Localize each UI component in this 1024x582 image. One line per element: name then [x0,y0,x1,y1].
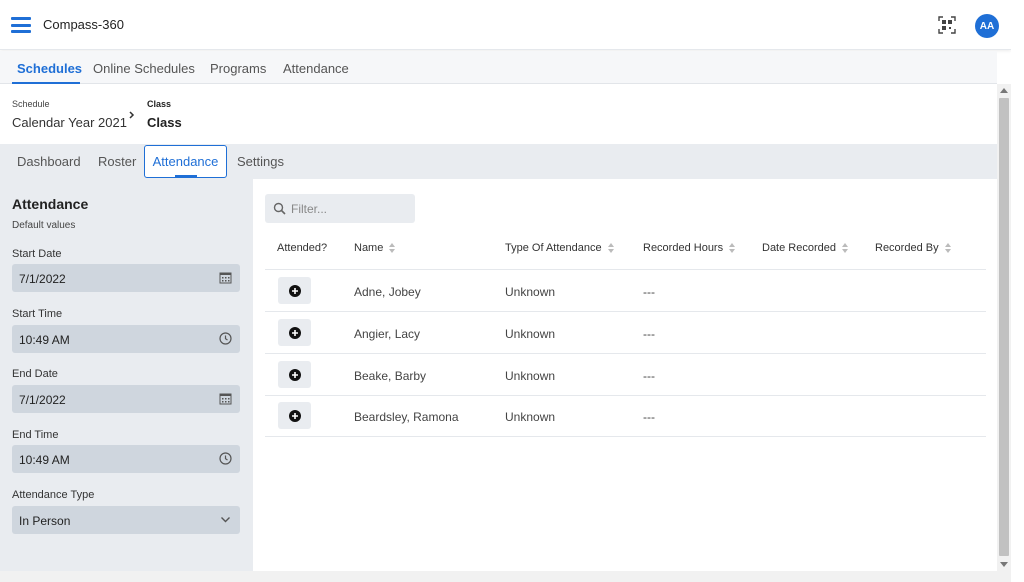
nav-tab-programs[interactable]: Programs [210,61,266,76]
sort-icon[interactable] [389,243,396,253]
mark-attended-button[interactable] [278,277,311,304]
col-header-hours[interactable]: Recorded Hours [643,242,736,254]
col-header-type[interactable]: Type Of Attendance [505,242,614,254]
breadcrumb-schedule-link[interactable]: Calendar Year 2021 [12,115,127,130]
qr-code-icon[interactable] [938,16,956,34]
plus-circle-icon [288,284,301,297]
sort-icon[interactable] [607,243,614,253]
nav-tab-schedules[interactable]: Schedules [17,61,82,76]
row-hours: --- [643,410,655,424]
start-time-value: 10:49 AM [19,333,70,347]
breadcrumb-schedule-label: Schedule [12,99,50,109]
scroll-up-arrow[interactable] [1000,88,1008,93]
col-header-date[interactable]: Date Recorded [762,242,848,254]
scrollbar-thumb[interactable] [999,98,1009,556]
panel-title: Attendance [12,196,89,212]
row-name: Beardsley, Ramona [354,410,459,424]
tab-attendance[interactable]: Attendance [144,145,227,178]
end-time-field[interactable]: 10:49 AM [12,445,240,473]
breadcrumb: Schedule Calendar Year 2021 Class Class [0,84,997,144]
nav-tab-online-schedules[interactable]: Online Schedules [93,61,195,76]
menu-icon[interactable] [11,17,31,33]
row-type: Unknown [505,327,556,341]
row-type: Unknown [505,410,556,424]
app-title: Compass-360 [43,17,124,32]
mark-attended-button[interactable] [278,402,311,429]
end-date-field[interactable]: 7/1/2022 [12,385,240,413]
clock-icon[interactable] [219,332,232,345]
end-time-value: 10:49 AM [19,453,70,467]
attendance-type-select[interactable]: In Person [12,506,240,534]
chevron-right-icon [129,111,135,119]
row-type: Unknown [505,369,556,383]
tab-settings[interactable]: Settings [237,154,284,169]
nav-tab-attendance[interactable]: Attendance [283,61,349,76]
top-bar: Compass-360 AA [0,0,1011,50]
table-row: Adne, Jobey Unknown --- [265,270,986,312]
start-date-label: Start Date [12,248,62,260]
sort-icon[interactable] [842,243,848,253]
row-hours: --- [643,285,655,299]
plus-circle-icon [288,409,301,422]
tab-dashboard[interactable]: Dashboard [17,154,81,169]
row-name: Adne, Jobey [354,285,421,299]
attendance-type-value: In Person [19,514,71,528]
bottom-strip [0,571,1011,582]
breadcrumb-class-label: Class [147,99,172,109]
chevron-down-icon [221,517,230,523]
clock-icon[interactable] [219,452,232,465]
col-header-recorded-by[interactable]: Recorded By [875,242,951,254]
row-name: Angier, Lacy [354,327,421,341]
end-time-label: End Time [12,429,59,441]
main-nav: Schedules Online Schedules Programs Atte… [0,51,997,84]
sub-tabs: Dashboard Roster Attendance Settings [0,144,997,179]
filter-box[interactable] [265,194,415,223]
search-icon [273,202,286,215]
attendance-content: Attended? Name Type Of Attendance Record… [253,179,997,571]
calendar-icon[interactable] [219,392,232,405]
table-row: Angier, Lacy Unknown --- [265,312,986,354]
start-time-label: Start Time [12,308,63,320]
filter-input[interactable] [291,200,409,217]
tab-roster[interactable]: Roster [98,154,136,169]
end-date-label: End Date [12,368,58,380]
start-date-field[interactable]: 7/1/2022 [12,264,240,292]
sort-icon[interactable] [729,243,736,253]
panel-subtitle: Default values [12,220,76,231]
sort-icon[interactable] [944,243,951,253]
row-hours: --- [643,327,655,341]
attendance-defaults-panel: Attendance Default values Start Date 7/1… [0,179,253,571]
col-header-name[interactable]: Name [354,242,396,254]
end-date-value: 7/1/2022 [19,393,66,407]
table-row: Beardsley, Ramona Unknown --- [265,395,986,437]
start-time-field[interactable]: 10:49 AM [12,325,240,353]
col-header-attended[interactable]: Attended? [277,242,327,254]
plus-circle-icon [288,326,301,339]
row-hours: --- [643,369,655,383]
mark-attended-button[interactable] [278,361,311,388]
calendar-icon[interactable] [219,271,232,284]
row-name: Beake, Barby [354,369,427,383]
scroll-down-arrow[interactable] [1000,562,1008,567]
mark-attended-button[interactable] [278,319,311,346]
start-date-value: 7/1/2022 [19,272,66,286]
table-row: Beake, Barby Unknown --- [265,354,986,396]
breadcrumb-class-value: Class [147,115,182,130]
plus-circle-icon [288,368,301,381]
vertical-scrollbar[interactable] [997,84,1011,571]
row-type: Unknown [505,285,556,299]
attendance-type-label: Attendance Type [12,489,95,501]
active-subtab-indicator [175,175,197,177]
user-avatar[interactable]: AA [975,14,999,38]
window-edge [1011,0,1024,582]
